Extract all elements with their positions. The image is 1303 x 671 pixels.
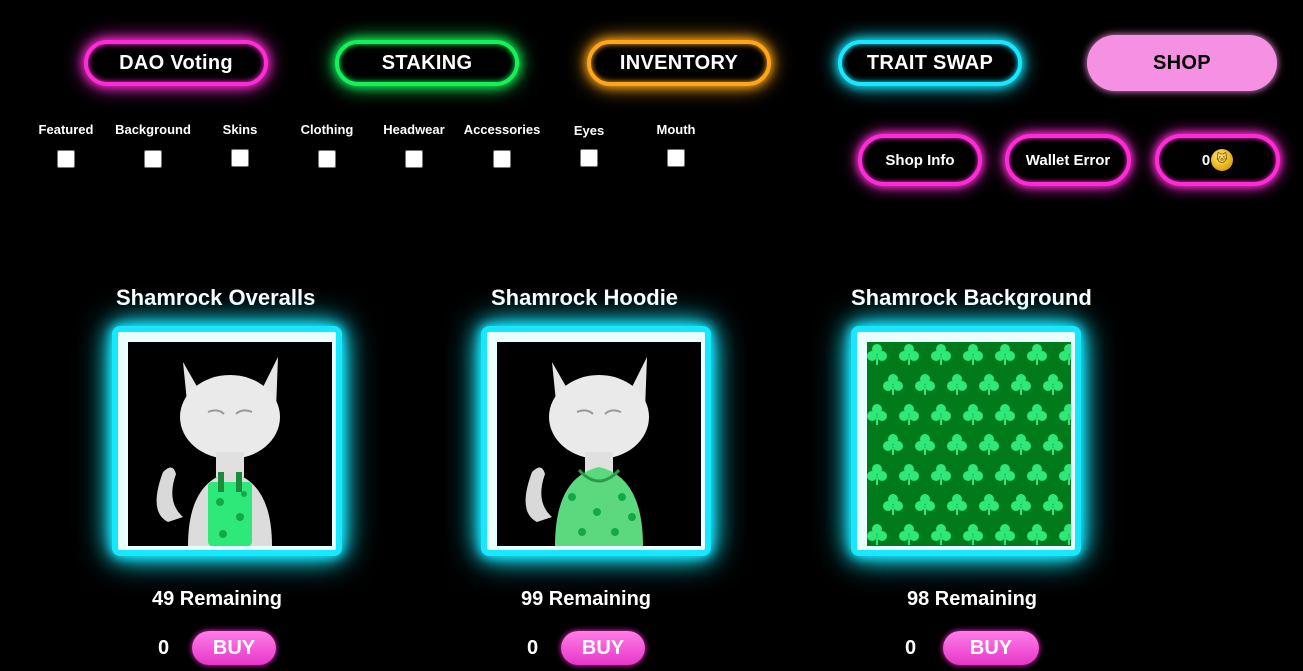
filter-featured: Featured bbox=[21, 122, 111, 168]
shamrock-icon bbox=[883, 494, 903, 515]
shamrock-icon bbox=[867, 344, 887, 365]
shamrock-icon bbox=[899, 464, 919, 485]
shamrock-icon bbox=[1059, 464, 1071, 485]
shamrock-icon bbox=[1043, 374, 1063, 395]
shamrock-icon bbox=[867, 404, 887, 425]
shamrock-icon bbox=[867, 464, 887, 485]
item-remaining: 98 Remaining bbox=[906, 588, 1038, 610]
shamrock-icon bbox=[931, 344, 951, 365]
buy-button[interactable]: BUY bbox=[561, 631, 645, 665]
shamrock-icon bbox=[915, 374, 935, 395]
buy-button[interactable]: BUY bbox=[192, 631, 276, 665]
item-remaining: 99 Remaining bbox=[520, 588, 652, 610]
item-image-frame bbox=[112, 326, 342, 556]
shamrock-icon bbox=[947, 374, 967, 395]
filter-label: Accessories bbox=[463, 122, 541, 137]
shamrock-icon bbox=[1011, 434, 1031, 455]
shamrock-icon bbox=[979, 434, 999, 455]
shamrock-icon bbox=[979, 494, 999, 515]
shamrock-icon bbox=[995, 404, 1015, 425]
shamrock-icon bbox=[899, 344, 919, 365]
shamrock-icon bbox=[963, 344, 983, 365]
buy-button[interactable]: BUY bbox=[943, 631, 1039, 665]
item-remaining: 49 Remaining bbox=[151, 588, 283, 610]
shamrock-icon bbox=[1027, 344, 1047, 365]
filter-label: Background bbox=[115, 122, 191, 137]
filter-accessories: Accessories bbox=[457, 122, 547, 168]
item-title: Shamrock Hoodie bbox=[491, 285, 679, 310]
item-quantity[interactable]: 0 bbox=[158, 637, 169, 660]
nav-shop-button[interactable]: SHOP bbox=[1087, 35, 1277, 91]
shamrock-icon bbox=[995, 344, 1015, 365]
featured-checkbox[interactable] bbox=[57, 150, 75, 168]
balance-display[interactable]: 0 🐱 bbox=[1155, 134, 1280, 186]
filter-label: Skins bbox=[222, 122, 258, 137]
shamrock-hoodie-image bbox=[497, 342, 701, 546]
shamrock-icon bbox=[883, 434, 903, 455]
shamrock-icon bbox=[931, 404, 951, 425]
shamrock-icon bbox=[1027, 464, 1047, 485]
shamrock-icon bbox=[963, 524, 983, 545]
accessories-checkbox[interactable] bbox=[493, 150, 511, 168]
mouth-checkbox[interactable] bbox=[667, 149, 685, 167]
coin-icon: 🐱 bbox=[1211, 149, 1234, 171]
headwear-checkbox[interactable] bbox=[405, 150, 423, 168]
shamrock-icon bbox=[995, 524, 1015, 545]
shamrock-icon bbox=[963, 404, 983, 425]
nav-inventory-button[interactable]: INVENTORY bbox=[587, 40, 771, 86]
nav-trait-swap-button[interactable]: TRAIT SWAP bbox=[838, 40, 1022, 86]
filter-mouth: Mouth bbox=[631, 122, 721, 167]
shamrock-icon bbox=[1027, 524, 1047, 545]
item-quantity[interactable]: 0 bbox=[527, 637, 538, 660]
filter-label: Headwear bbox=[383, 122, 445, 137]
shamrock-overalls-image bbox=[128, 342, 332, 546]
shop-info-button[interactable]: Shop Info bbox=[858, 134, 982, 186]
shamrock-icon bbox=[899, 404, 919, 425]
eyes-checkbox[interactable] bbox=[580, 149, 598, 167]
shamrock-icon bbox=[1059, 524, 1071, 545]
shamrock-icon bbox=[1059, 344, 1071, 365]
filter-headwear: Headwear bbox=[369, 122, 459, 168]
filter-label: Mouth bbox=[656, 122, 696, 137]
shamrock-icon bbox=[915, 494, 935, 515]
shamrock-icon bbox=[1043, 434, 1063, 455]
shamrock-icon bbox=[931, 524, 951, 545]
filter-background: Background bbox=[108, 122, 198, 168]
filter-label: Eyes bbox=[573, 123, 605, 138]
shamrock-icon bbox=[931, 464, 951, 485]
item-quantity[interactable]: 0 bbox=[905, 637, 916, 660]
filter-skins: Skins bbox=[195, 122, 285, 167]
shamrock-icon bbox=[963, 464, 983, 485]
shamrock-icon bbox=[867, 524, 887, 545]
shamrock-icon bbox=[947, 494, 967, 515]
item-image-frame bbox=[851, 326, 1081, 556]
shamrock-icon bbox=[899, 524, 919, 545]
shamrock-icon bbox=[883, 374, 903, 395]
shamrock-icon bbox=[1011, 494, 1031, 515]
wallet-error-button[interactable]: Wallet Error bbox=[1005, 134, 1131, 186]
balance-value: 0 bbox=[1201, 151, 1211, 169]
filter-label: Clothing bbox=[300, 122, 354, 137]
background-checkbox[interactable] bbox=[144, 150, 162, 168]
item-image-frame bbox=[481, 326, 711, 556]
shamrock-icon bbox=[1027, 404, 1047, 425]
filter-clothing: Clothing bbox=[282, 122, 372, 168]
nav-dao-voting-button[interactable]: DAO Voting bbox=[84, 40, 268, 86]
shamrock-icon bbox=[1059, 404, 1071, 425]
shamrock-icon bbox=[947, 434, 967, 455]
shamrock-icon bbox=[915, 434, 935, 455]
shamrock-icon bbox=[995, 464, 1015, 485]
shamrock-icon bbox=[979, 374, 999, 395]
item-title: Shamrock Overalls bbox=[116, 285, 316, 310]
skins-checkbox[interactable] bbox=[231, 149, 249, 167]
filter-eyes: Eyes bbox=[544, 122, 634, 167]
nav-staking-button[interactable]: STAKING bbox=[335, 40, 519, 86]
shamrock-icon bbox=[1011, 374, 1031, 395]
shamrock-icon bbox=[1043, 494, 1063, 515]
clothing-checkbox[interactable] bbox=[318, 150, 336, 168]
filter-label: Featured bbox=[38, 122, 94, 137]
shamrock-background-image bbox=[867, 342, 1071, 546]
item-title: Shamrock Background bbox=[851, 285, 1092, 310]
